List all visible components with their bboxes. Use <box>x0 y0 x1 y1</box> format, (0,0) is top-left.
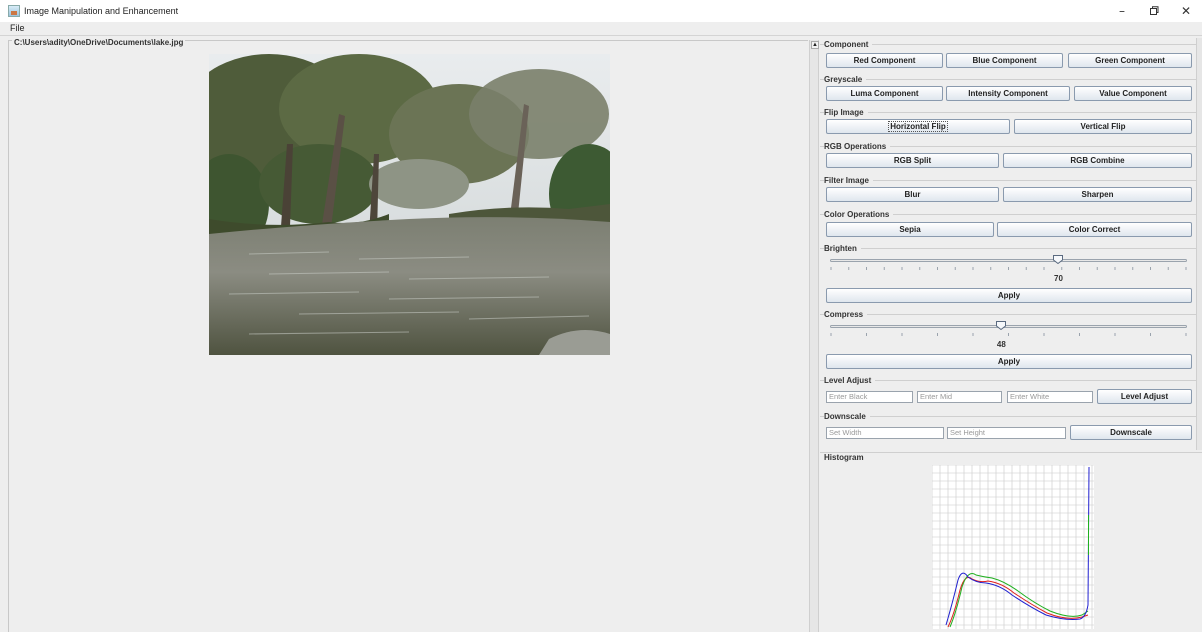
image-path-label: C:\Users\adity\OneDrive\Documents\lake.j… <box>12 38 186 47</box>
blur-button[interactable]: Blur <box>826 187 999 202</box>
group-title-histogram: Histogram <box>824 453 868 462</box>
level-adjust-button[interactable]: Level Adjust <box>1097 389 1192 404</box>
group-title-compress: Compress <box>824 310 868 319</box>
group-title-brighten: Brighten <box>824 244 861 253</box>
height-input[interactable]: Set Height <box>947 427 1066 439</box>
controls-scrollbar[interactable] <box>1196 38 1202 450</box>
compress-ticks <box>830 333 1187 336</box>
group-title-greyscale: Greyscale <box>824 75 867 84</box>
value-component-button[interactable]: Value Component <box>1074 86 1192 101</box>
compress-slider-track[interactable] <box>830 325 1187 328</box>
histogram-chart <box>931 464 1094 629</box>
group-title-flip: Flip Image <box>824 108 868 117</box>
controls-panel: Component Red Component Blue Component G… <box>820 38 1196 450</box>
histogram-panel: Histogram <box>820 452 1202 632</box>
close-icon[interactable]: ✕ <box>1170 0 1202 22</box>
lake-photo <box>209 54 610 355</box>
brighten-ticks <box>830 267 1187 270</box>
menu-file[interactable]: File <box>10 23 25 33</box>
compress-apply-button[interactable]: Apply <box>826 354 1192 369</box>
brighten-apply-button[interactable]: Apply <box>826 288 1192 303</box>
maximize-icon[interactable] <box>1138 0 1170 22</box>
rgb-split-button[interactable]: RGB Split <box>826 153 999 168</box>
image-panel: C:\Users\adity\OneDrive\Documents\lake.j… <box>8 38 808 632</box>
sepia-button[interactable]: Sepia <box>826 222 994 237</box>
intensity-component-button[interactable]: Intensity Component <box>946 86 1070 101</box>
title-bar: Image Manipulation and Enhancement – ✕ <box>0 0 1202 22</box>
sharpen-button[interactable]: Sharpen <box>1003 187 1192 202</box>
group-title-color: Color Operations <box>824 210 894 219</box>
red-component-button[interactable]: Red Component <box>826 53 943 68</box>
green-component-button[interactable]: Green Component <box>1068 53 1192 68</box>
mid-level-input[interactable]: Enter Mid <box>917 391 1002 403</box>
menu-bar: File <box>0 22 1202 36</box>
vertical-flip-button[interactable]: Vertical Flip <box>1014 119 1192 134</box>
horizontal-flip-button[interactable]: Horizontal Flip <box>826 119 1010 134</box>
compress-value: 48 <box>996 340 1006 349</box>
brighten-slider-track[interactable] <box>830 259 1187 262</box>
minimize-icon[interactable]: – <box>1106 0 1138 22</box>
app-icon <box>8 5 20 17</box>
rgb-combine-button[interactable]: RGB Combine <box>1003 153 1192 168</box>
image-scrollbar[interactable]: ▲ <box>809 40 819 632</box>
group-title-filter: Filter Image <box>824 176 873 185</box>
window-controls: – ✕ <box>1106 0 1202 22</box>
brighten-value: 70 <box>1054 274 1063 283</box>
group-title-rgb: RGB Operations <box>824 142 891 151</box>
white-level-input[interactable]: Enter White <box>1007 391 1093 403</box>
group-title-component: Component <box>824 40 873 49</box>
group-title-downscale: Downscale <box>824 412 870 421</box>
group-title-level-adjust: Level Adjust <box>824 376 876 385</box>
window-title: Image Manipulation and Enhancement <box>24 6 179 16</box>
blue-component-button[interactable]: Blue Component <box>946 53 1063 68</box>
brighten-slider-thumb[interactable] <box>1053 255 1064 264</box>
width-input[interactable]: Set Width <box>826 427 944 439</box>
scroll-up-icon[interactable]: ▲ <box>811 41 819 49</box>
luma-component-button[interactable]: Luma Component <box>826 86 943 101</box>
downscale-button[interactable]: Downscale <box>1070 425 1192 440</box>
color-correct-button[interactable]: Color Correct <box>997 222 1192 237</box>
black-level-input[interactable]: Enter Black <box>826 391 913 403</box>
compress-slider-thumb[interactable] <box>996 321 1007 330</box>
